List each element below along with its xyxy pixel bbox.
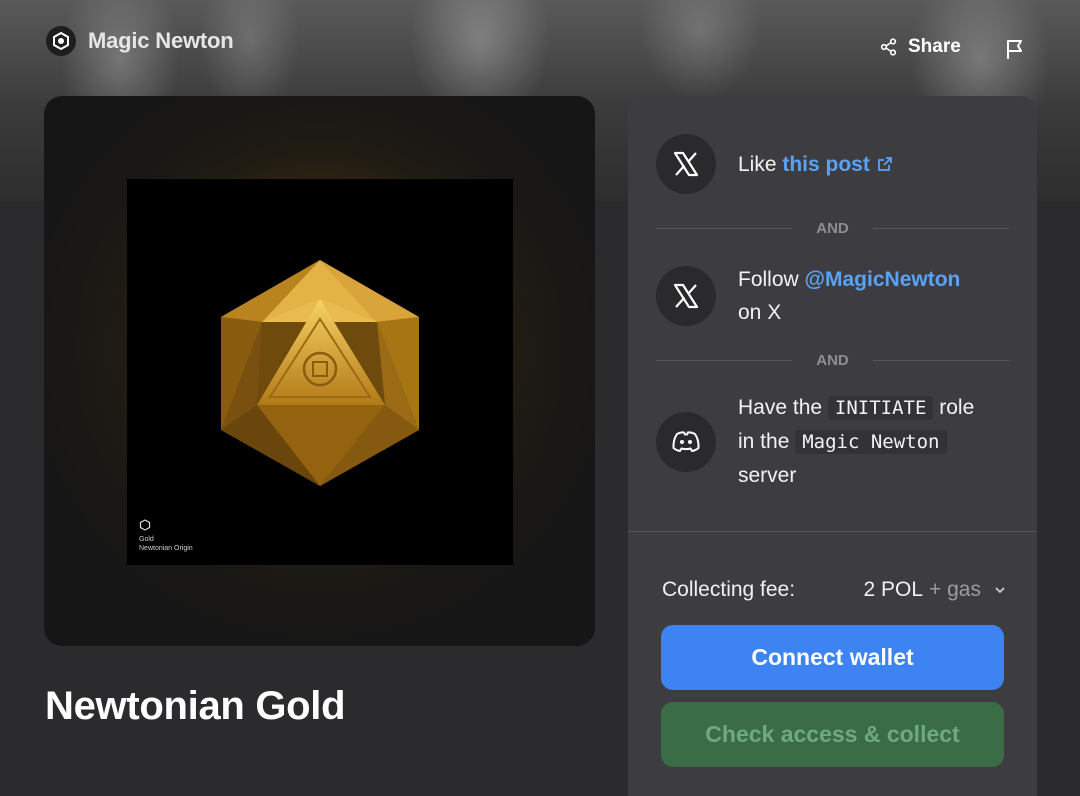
requirement-like-post: Like this post xyxy=(656,134,894,194)
fee-label: Collecting fee: xyxy=(662,578,796,601)
collecting-fee-row[interactable]: Collecting fee: 2 POL + gas xyxy=(662,578,1007,602)
artwork-caption: Gold Newtonian Origin xyxy=(139,519,193,553)
chevron-down-icon[interactable] xyxy=(993,583,1007,597)
collect-panel: Like this post AND Follow @MagicNewton o… xyxy=(628,96,1037,796)
external-link-icon xyxy=(877,156,892,171)
brand-logo[interactable]: Magic Newton xyxy=(46,26,234,56)
check-access-collect-button[interactable]: Check access & collect xyxy=(661,702,1004,767)
x-logo-icon xyxy=(656,134,716,194)
fee-value: 2 POL + gas xyxy=(863,578,1007,602)
share-icon xyxy=(880,38,897,56)
artwork-caption-line2: Newtonian Origin xyxy=(139,545,193,552)
brand-name: Magic Newton xyxy=(88,28,234,53)
requirement-suffix: on X xyxy=(738,301,782,324)
and-divider: AND xyxy=(656,350,1009,370)
fee-gas: + gas xyxy=(929,578,981,601)
requirement-server-prefix: in the xyxy=(738,430,796,453)
requirement-prefix: Have the xyxy=(738,396,828,419)
requirement-text: Follow @MagicNewton on X xyxy=(738,263,960,329)
requirement-text: Have the INITIATE role in the Magic Newt… xyxy=(738,391,974,492)
and-label: AND xyxy=(816,351,849,369)
requirement-prefix: Like xyxy=(738,152,783,176)
role-name: INITIATE xyxy=(827,396,934,420)
artwork-card: Gold Newtonian Origin xyxy=(44,96,595,646)
nft-title: Newtonian Gold xyxy=(45,684,346,728)
this-post-link[interactable]: this post xyxy=(782,153,893,176)
requirement-discord-role: Have the INITIATE role in the Magic Newt… xyxy=(656,391,974,492)
x-logo-icon xyxy=(656,266,716,326)
gold-d20-dice-image xyxy=(221,260,419,486)
artwork-caption-line1: Gold xyxy=(139,536,154,543)
requirement-server-suffix: server xyxy=(738,464,797,487)
requirement-text: Like this post xyxy=(738,148,894,181)
panel-divider xyxy=(628,531,1037,532)
this-post-link-label: this post xyxy=(782,152,870,176)
and-divider: AND xyxy=(656,218,1009,238)
connect-wallet-button[interactable]: Connect wallet xyxy=(661,625,1004,690)
magic-newton-logo-icon xyxy=(46,26,76,56)
requirement-role-suffix: role xyxy=(933,396,975,419)
flag-icon[interactable] xyxy=(1004,38,1026,62)
fee-amount: 2 POL xyxy=(863,578,924,601)
nft-artwork: Gold Newtonian Origin xyxy=(127,179,513,565)
share-button[interactable]: Share xyxy=(880,36,961,58)
magicnewton-handle-link[interactable]: @MagicNewton xyxy=(805,268,961,291)
and-label: AND xyxy=(816,219,849,237)
caption-logo-icon xyxy=(139,519,151,531)
requirement-prefix: Follow xyxy=(738,268,805,291)
share-label: Share xyxy=(908,36,961,57)
requirement-follow: Follow @MagicNewton on X xyxy=(656,263,960,329)
server-name: Magic Newton xyxy=(795,430,947,454)
discord-icon xyxy=(656,411,716,472)
